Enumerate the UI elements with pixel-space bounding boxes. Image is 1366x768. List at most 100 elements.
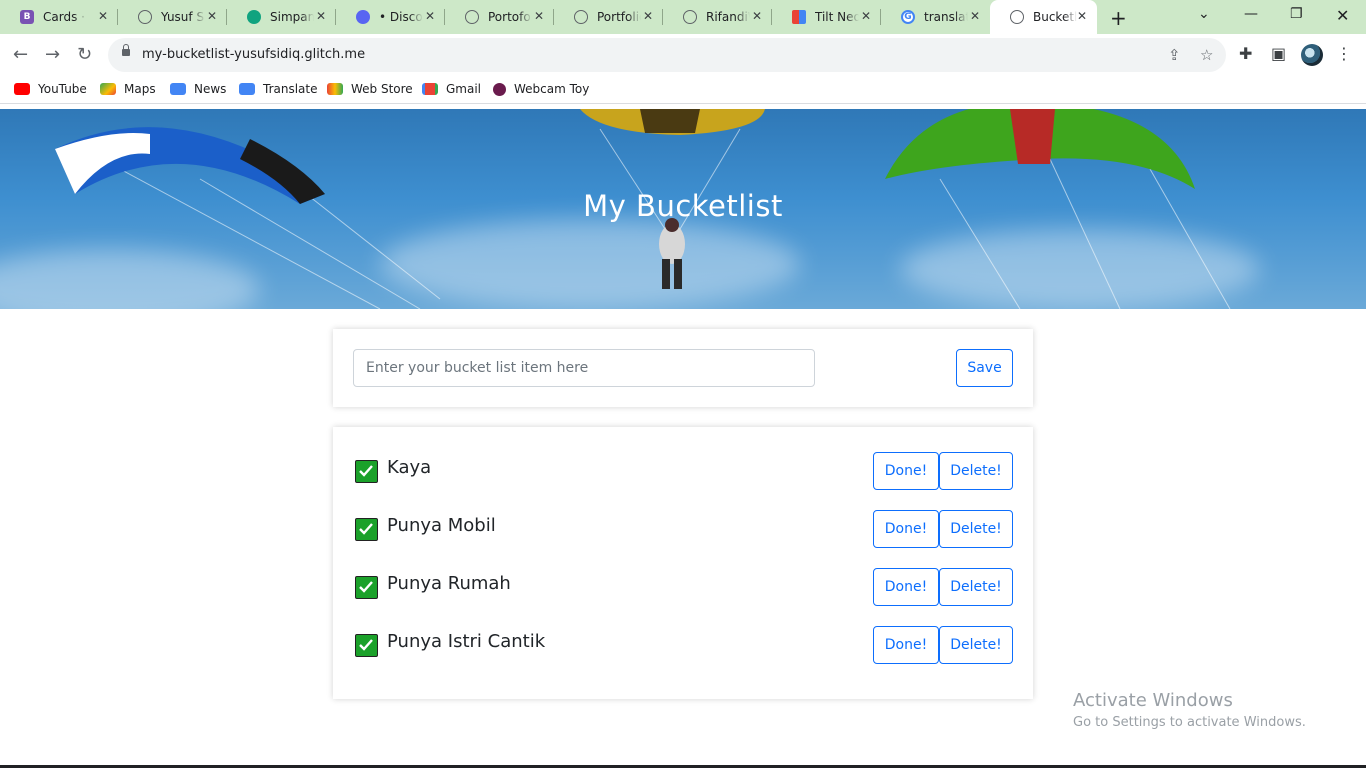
- browser-tab[interactable]: • Discord ✕: [336, 0, 445, 34]
- check-icon: [355, 576, 378, 599]
- forward-icon[interactable]: →: [45, 44, 60, 65]
- done-button[interactable]: Done!: [873, 510, 939, 548]
- tab-title: translate: [924, 10, 968, 24]
- watermark-title: Activate Windows: [1073, 690, 1233, 711]
- browser-tab[interactable]: Tilt Neon ✕: [772, 0, 881, 34]
- address-bar[interactable]: my-bucketlist-yusufsidiq.glitch.me ⇪ ☆: [108, 38, 1226, 72]
- browser-tab[interactable]: Portofolio ✕: [445, 0, 554, 34]
- browser-tab[interactable]: Yusuf Sidiq ✕: [118, 0, 227, 34]
- list-item: Punya Istri Cantik Done! Delete!: [355, 626, 1015, 664]
- profile-avatar[interactable]: [1301, 44, 1323, 66]
- close-tab-icon[interactable]: ✕: [207, 9, 217, 23]
- list-item: Punya Mobil Done! Delete!: [355, 510, 1015, 548]
- close-tab-icon[interactable]: ✕: [861, 9, 871, 23]
- bootstrap-icon: B: [20, 10, 34, 24]
- close-tab-icon[interactable]: ✕: [98, 9, 108, 23]
- close-tab-icon[interactable]: ✕: [316, 9, 326, 23]
- done-button[interactable]: Done!: [873, 568, 939, 606]
- check-icon: [355, 634, 378, 657]
- new-tab-icon[interactable]: +: [1110, 6, 1127, 30]
- delete-button[interactable]: Delete!: [939, 510, 1013, 548]
- bookmark-label: Gmail: [446, 82, 482, 96]
- page-title: My Bucketlist: [583, 189, 783, 223]
- news-icon: [170, 83, 186, 95]
- item-text: Punya Rumah: [387, 573, 511, 594]
- delete-button[interactable]: Delete!: [939, 452, 1013, 490]
- bookmark-label: YouTube: [38, 82, 87, 96]
- add-item-card: Save: [333, 329, 1033, 407]
- reload-icon[interactable]: ↻: [77, 44, 92, 65]
- tab-title: Simpan: [270, 10, 314, 24]
- close-tab-icon[interactable]: ✕: [643, 9, 653, 23]
- lock-icon[interactable]: [122, 44, 130, 56]
- extensions-icon[interactable]: ✚: [1239, 44, 1252, 63]
- check-icon: [355, 460, 378, 483]
- close-window-icon[interactable]: ✕: [1336, 6, 1349, 25]
- done-button[interactable]: Done!: [873, 452, 939, 490]
- browser-tab[interactable]: RifandiW ✕: [663, 0, 772, 34]
- menu-icon[interactable]: ⋮: [1336, 44, 1352, 63]
- back-icon[interactable]: ←: [13, 44, 28, 65]
- bookmark-maps[interactable]: Maps: [100, 82, 156, 96]
- google-fonts-icon: [792, 10, 806, 24]
- done-button[interactable]: Done!: [873, 626, 939, 664]
- globe-icon: [683, 10, 697, 24]
- bookmark-youtube[interactable]: YouTube: [14, 82, 87, 96]
- restore-icon[interactable]: ❐: [1290, 6, 1303, 22]
- list-item: Punya Rumah Done! Delete!: [355, 568, 1015, 606]
- tab-title: Cards · Bootstrap: [43, 10, 87, 24]
- bookmark-translate[interactable]: Translate: [239, 82, 318, 96]
- windows-activation-watermark: Activate Windows Go to Settings to activ…: [1073, 690, 1306, 730]
- url-text[interactable]: my-bucketlist-yusufsidiq.glitch.me: [142, 47, 365, 62]
- google-icon: G: [901, 10, 915, 24]
- web-store-icon: [327, 83, 343, 95]
- tab-title: • Discord: [379, 10, 423, 24]
- item-text: Kaya: [387, 457, 432, 478]
- youtube-icon: [14, 83, 30, 95]
- bookmark-news[interactable]: News: [170, 82, 226, 96]
- share-icon[interactable]: ⇪: [1168, 46, 1181, 64]
- bookmark-label: Web Store: [351, 82, 413, 96]
- bookmark-star-icon[interactable]: ☆: [1200, 46, 1213, 64]
- bookmark-web-store[interactable]: Web Store: [327, 82, 413, 96]
- tab-strip: B Cards · Bootstrap ✕ Yusuf Sidiq ✕ Simp…: [0, 0, 1366, 34]
- check-icon: [355, 518, 378, 541]
- browser-tab[interactable]: G translate ✕: [881, 0, 990, 34]
- close-tab-icon[interactable]: ✕: [425, 9, 435, 23]
- tab-title: Tilt Neon: [815, 10, 859, 24]
- close-tab-icon[interactable]: ✕: [534, 9, 544, 23]
- bookmark-label: Maps: [124, 82, 156, 96]
- bookmark-label: Webcam Toy: [514, 82, 590, 96]
- delete-button[interactable]: Delete!: [939, 568, 1013, 606]
- close-tab-icon[interactable]: ✕: [752, 9, 762, 23]
- globe-icon: [574, 10, 588, 24]
- browser-toolbar: ← → ↻ my-bucketlist-yusufsidiq.glitch.me…: [0, 34, 1366, 76]
- bookmark-label: Translate: [263, 82, 318, 96]
- close-tab-icon[interactable]: ✕: [970, 9, 980, 23]
- bookmark-gmail[interactable]: Gmail: [422, 82, 481, 96]
- watermark-subtitle: Go to Settings to activate Windows.: [1073, 715, 1306, 730]
- bucket-item-input[interactable]: [353, 349, 815, 387]
- bookmark-webcam-toy[interactable]: Webcam Toy: [493, 82, 589, 96]
- browser-tab[interactable]: B Cards · Bootstrap ✕: [0, 0, 118, 34]
- tab-title: RifandiW: [706, 10, 750, 24]
- browser-tab[interactable]: Portfolio ✕: [554, 0, 663, 34]
- save-button[interactable]: Save: [956, 349, 1013, 387]
- bookmarks-bar: YouTube Maps News Translate Web Store Gm…: [0, 76, 1366, 104]
- close-tab-icon[interactable]: ✕: [1077, 9, 1087, 23]
- browser-tab-active[interactable]: Bucketlist ✕: [990, 0, 1097, 34]
- discord-icon: [356, 10, 370, 24]
- side-panel-icon[interactable]: ▣: [1271, 44, 1286, 63]
- browser-tab[interactable]: Simpan ✕: [227, 0, 336, 34]
- tab-search-icon[interactable]: ⌄: [1198, 6, 1210, 22]
- minimize-icon[interactable]: —: [1244, 6, 1258, 22]
- tab-title: Yusuf Sidiq: [161, 10, 205, 24]
- tab-title: Bucketlist: [1033, 10, 1077, 24]
- globe-icon: [1010, 10, 1024, 24]
- gmail-icon: [422, 83, 438, 95]
- globe-icon: [465, 10, 479, 24]
- delete-button[interactable]: Delete!: [939, 626, 1013, 664]
- tab-title: Portfolio: [597, 10, 641, 24]
- maps-icon: [100, 83, 116, 95]
- bucket-list-card: Kaya Done! Delete! Punya Mobil Done! Del…: [333, 427, 1033, 699]
